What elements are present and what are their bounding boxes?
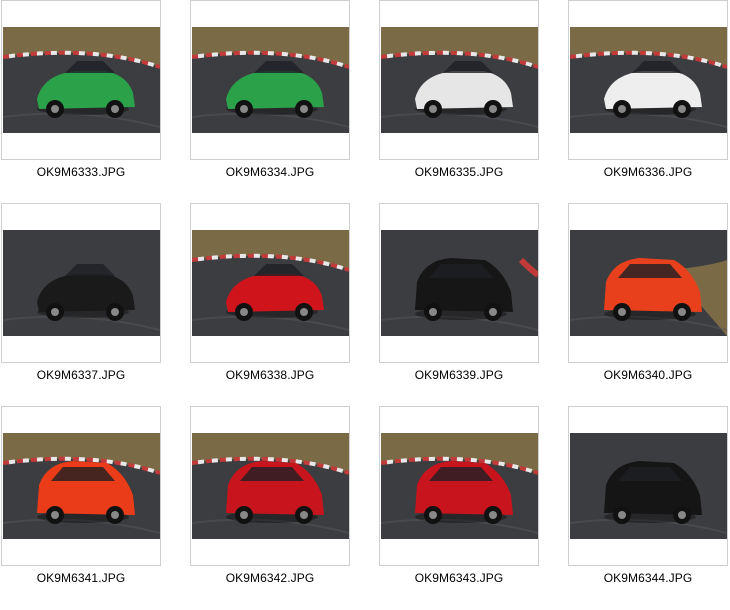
file-name-label: OK9M6343.JPG	[414, 571, 504, 585]
thumbnail-frame[interactable]	[568, 406, 728, 566]
thumbnail-frame[interactable]	[379, 0, 539, 160]
orange-hatchback-thumbnail	[570, 230, 727, 336]
orange-hatchback-thumbnail	[3, 433, 160, 539]
file-thumbnail-grid: OK9M6333.JPG OK9M6334.JPG OK9M6335.JPG OK9M…	[0, 0, 730, 610]
red-hatchback-thumbnail	[381, 433, 538, 539]
file-name-label: OK9M6339.JPG	[414, 368, 504, 382]
file-name-label: OK9M6335.JPG	[414, 165, 504, 179]
black-hatchback-thumbnail	[570, 433, 727, 539]
black-hatchback-thumbnail	[381, 230, 538, 336]
file-name-label: OK9M6340.JPG	[603, 368, 693, 382]
thumbnail-frame[interactable]	[1, 0, 161, 160]
file-name-label: OK9M6336.JPG	[603, 165, 693, 179]
thumbnail-frame[interactable]	[568, 203, 728, 363]
red-roadster-thumbnail	[192, 230, 349, 336]
thumbnail-frame[interactable]	[568, 0, 728, 160]
file-name-label: OK9M6333.JPG	[36, 165, 126, 179]
red-hatchback-thumbnail	[192, 433, 349, 539]
file-name-label: OK9M6342.JPG	[225, 571, 315, 585]
black-coupe-thumbnail	[3, 230, 160, 336]
thumbnail-frame[interactable]	[190, 406, 350, 566]
thumbnail-frame[interactable]	[379, 406, 539, 566]
thumbnail-frame[interactable]	[1, 203, 161, 363]
green-roadster-thumbnail	[192, 27, 349, 133]
white-coupe-thumbnail	[570, 27, 727, 133]
file-name-label: OK9M6337.JPG	[36, 368, 126, 382]
thumbnail-frame[interactable]	[190, 0, 350, 160]
thumbnail-frame[interactable]	[190, 203, 350, 363]
file-name-label: OK9M6338.JPG	[225, 368, 315, 382]
white-convertible-thumbnail	[381, 27, 538, 133]
file-name-label: OK9M6344.JPG	[603, 571, 693, 585]
thumbnail-frame[interactable]	[1, 406, 161, 566]
file-name-label: OK9M6334.JPG	[225, 165, 315, 179]
thumbnail-frame[interactable]	[379, 203, 539, 363]
file-name-label: OK9M6341.JPG	[36, 571, 126, 585]
green-roadster-thumbnail	[3, 27, 160, 133]
